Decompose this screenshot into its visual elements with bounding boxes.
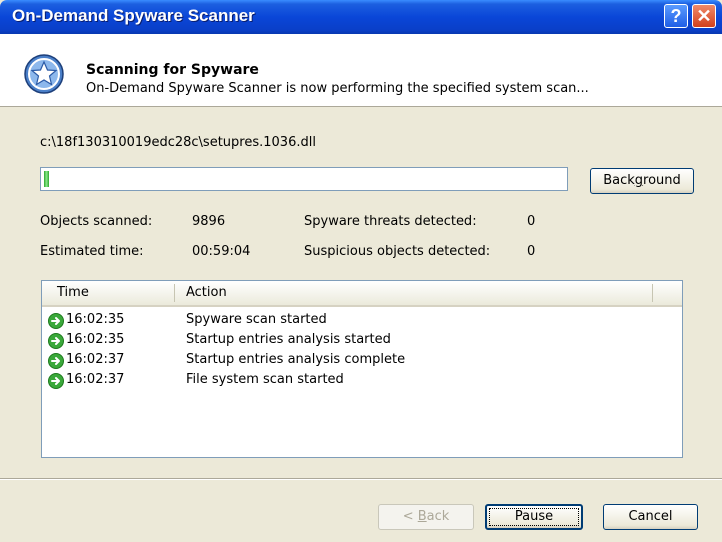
objects-scanned-value: 9896 bbox=[192, 214, 226, 229]
log-time: 16:02:37 bbox=[66, 372, 125, 387]
current-file-path: c:\18f130310019edc28c\setupres.1036.dll bbox=[40, 135, 316, 150]
threats-detected-value: 0 bbox=[527, 214, 536, 229]
objects-scanned-label: Objects scanned: bbox=[40, 214, 153, 229]
progress-fill bbox=[44, 171, 50, 187]
estimated-time-label: Estimated time: bbox=[40, 244, 144, 259]
cancel-button[interactable]: Cancel bbox=[603, 504, 698, 530]
shield-star-icon bbox=[24, 54, 64, 94]
green-arrow-icon bbox=[48, 333, 64, 349]
log-time: 16:02:37 bbox=[66, 352, 125, 367]
green-arrow-icon bbox=[48, 373, 64, 389]
back-button[interactable]: < Back bbox=[378, 504, 474, 530]
log-time: 16:02:35 bbox=[66, 332, 125, 347]
log-action: Startup entries analysis started bbox=[186, 332, 391, 347]
suspicious-objects-value: 0 bbox=[527, 244, 536, 259]
log-action: Spyware scan started bbox=[186, 312, 327, 327]
pause-button-label: Pause bbox=[489, 508, 579, 526]
scanner-window: On-Demand Spyware Scanner ? ✕ Scanning f… bbox=[0, 0, 722, 542]
green-arrow-icon bbox=[48, 313, 64, 329]
column-divider[interactable] bbox=[652, 284, 653, 302]
column-header-time[interactable]: Time bbox=[57, 285, 89, 300]
header-subtitle: On-Demand Spyware Scanner is now perform… bbox=[86, 81, 589, 96]
close-button[interactable]: ✕ bbox=[692, 4, 716, 28]
title-bar[interactable]: On-Demand Spyware Scanner ? ✕ bbox=[0, 0, 722, 34]
scan-progress-bar bbox=[40, 167, 568, 191]
scan-log-list[interactable]: Time Action 16:02:35 Spyware scan starte… bbox=[41, 280, 683, 458]
help-button[interactable]: ? bbox=[664, 4, 688, 28]
estimated-time-value: 00:59:04 bbox=[192, 244, 251, 259]
list-header: Time Action bbox=[42, 281, 682, 307]
background-button[interactable]: Background bbox=[590, 168, 694, 194]
wizard-header: Scanning for Spyware On-Demand Spyware S… bbox=[0, 34, 722, 107]
header-title: Scanning for Spyware bbox=[86, 62, 259, 78]
green-arrow-icon bbox=[48, 353, 64, 369]
footer-divider bbox=[0, 478, 722, 480]
column-divider[interactable] bbox=[174, 284, 175, 302]
log-action: Startup entries analysis complete bbox=[186, 352, 406, 367]
suspicious-objects-label: Suspicious objects detected: bbox=[304, 244, 491, 259]
window-title: On-Demand Spyware Scanner bbox=[12, 6, 255, 25]
log-action: File system scan started bbox=[186, 372, 344, 387]
log-time: 16:02:35 bbox=[66, 312, 125, 327]
column-header-action[interactable]: Action bbox=[186, 285, 227, 300]
pause-button[interactable]: Pause bbox=[485, 504, 583, 530]
threats-detected-label: Spyware threats detected: bbox=[304, 214, 477, 229]
